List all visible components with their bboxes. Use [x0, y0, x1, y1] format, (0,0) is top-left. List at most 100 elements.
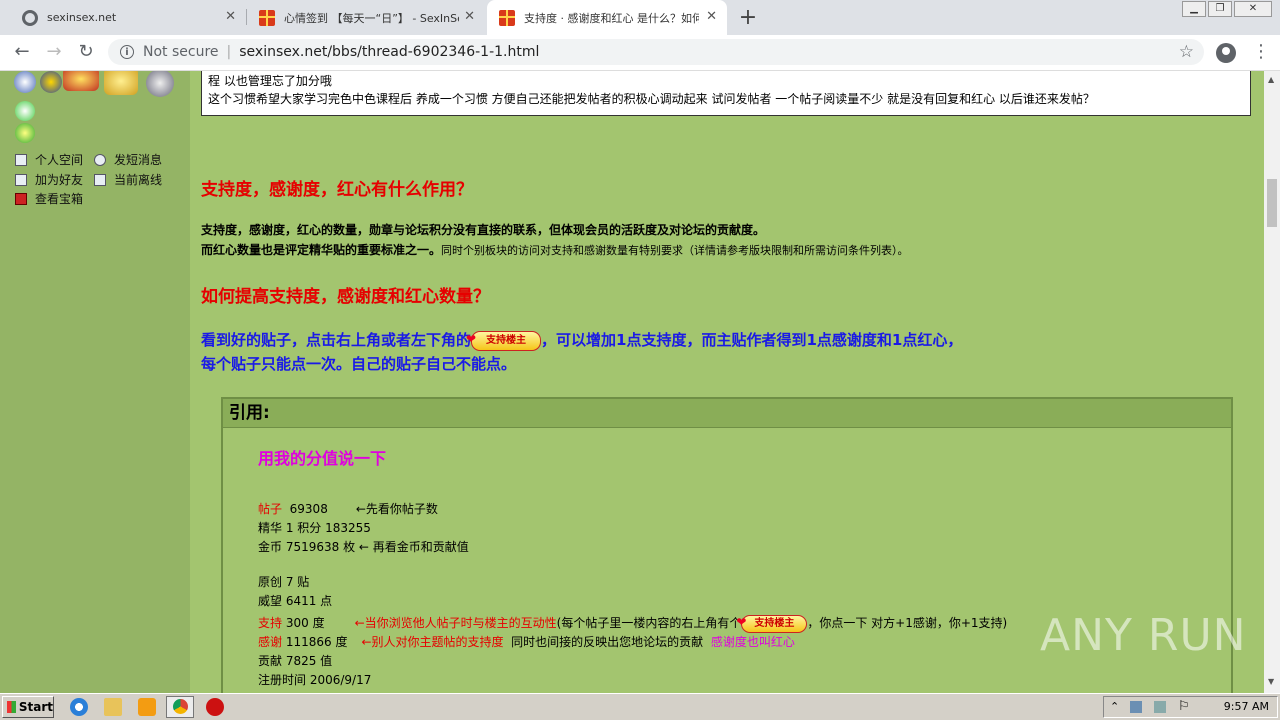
sidebar-item-label: 发短消息 — [114, 153, 163, 167]
medal-icon — [40, 71, 62, 93]
stat-coins: 金币 7519638 枚 ← 再看金币和贡献值 — [258, 540, 469, 554]
paragraph-text: 支持度，感谢度，红心的数量，勋章与论坛积分没有直接的联系，但体现会员的活跃度及对… — [201, 223, 766, 237]
paragraph-line: 支持度，感谢度，红心的数量，勋章与论坛积分没有直接的联系，但体现会员的活跃度及对… — [201, 221, 765, 238]
taskbar: Start ⌃ ⚐ 9:57 AM — [0, 693, 1280, 720]
scroll-up-icon[interactable]: ▲ — [1268, 75, 1274, 84]
instruction-line: 看到好的贴子，点击右上角或者左下角的支持楼主，可以增加1点支持度，而主贴作者得到… — [201, 329, 962, 351]
gift-icon — [259, 9, 275, 26]
account-icon[interactable] — [1216, 43, 1236, 63]
paragraph-text: 而红心数量也是评定精华贴的重要标准之一。 — [201, 243, 442, 257]
tab-support-degree[interactable]: 支持度 · 感谢度和红心 是什么？如何 ✕ — [487, 0, 727, 35]
message-icon — [94, 153, 106, 166]
signature-line: 程 以也管理忘了加分哦 — [208, 74, 332, 88]
stat-value: 69308 — [289, 502, 328, 516]
tray-monitor-icon[interactable] — [1154, 701, 1166, 713]
heading-how-to: 如何提高支持度，感谢度和红心数量？ — [201, 287, 490, 307]
scroll-down-icon[interactable]: ▼ — [1268, 677, 1274, 686]
sidebar-item-label: 个人空间 — [35, 153, 84, 167]
system-tray: ⌃ ⚐ 9:57 AM — [1103, 696, 1278, 718]
sidebar-item-space[interactable]: 个人空间 — [15, 151, 83, 168]
chrome-logo-icon — [173, 699, 188, 714]
clock[interactable]: 9:57 AM — [1224, 700, 1269, 713]
reload-button[interactable]: ↻ — [74, 41, 98, 62]
vertical-scrollbar[interactable]: ▲ ▼ — [1264, 71, 1280, 693]
internet-explorer-icon[interactable] — [70, 698, 88, 716]
browser-toolbar: ← → ↻ i Not secure | sexinsex.net/bbs/th… — [0, 35, 1280, 71]
stat-note: ←当你浏览他人帖子时与楼主的互动性 — [354, 616, 557, 630]
close-tab-icon[interactable]: ✕ — [706, 9, 717, 24]
tab-sexinsex[interactable]: sexinsex.net ✕ — [8, 0, 246, 35]
folder-icon[interactable] — [104, 698, 122, 716]
tab-title: sexinsex.net — [47, 11, 117, 24]
scrollbar-thumb[interactable] — [1267, 179, 1277, 227]
stat-note: 同时也间接的反映出您地论坛的贡献 — [511, 635, 704, 649]
not-secure-label: Not secure — [143, 44, 219, 60]
new-tab-button[interactable]: + — [738, 5, 758, 30]
stat-thanks: 感谢 111866 度 ←别人对你主题帖的支持度 同时也间接的反映出您地论坛的贡献… — [258, 633, 795, 650]
medal-icon — [146, 71, 174, 97]
user-offline-icon — [94, 173, 106, 186]
chrome-icon[interactable] — [166, 696, 194, 718]
medal-icon — [15, 123, 35, 143]
stat-value: 111866 度 — [285, 635, 348, 649]
tab-checkin[interactable]: 心情签到 【每天一“日”】 - SexInSex! ✕ — [247, 0, 485, 35]
tray-arrow-icon[interactable]: ⌃ — [1110, 700, 1119, 713]
sidebar-item-label: 加为好友 — [35, 173, 84, 187]
sidebar-item-label: 查看宝箱 — [35, 192, 84, 206]
medal-icon — [15, 101, 35, 121]
add-friend-icon — [15, 173, 27, 186]
paragraph-line: 而红心数量也是评定精华贴的重要标准之一。同时个别板块的访问对支持和感谢数量有特别… — [201, 241, 909, 258]
bookmark-star-icon[interactable]: ☆ — [1179, 42, 1194, 62]
start-button[interactable]: Start — [2, 696, 54, 718]
back-button[interactable]: ← — [10, 41, 34, 62]
anyrun-watermark: ANY RUN — [1040, 610, 1247, 661]
stat-prestige: 威望 6411 点 — [258, 594, 333, 608]
page-viewport: 个人空间 发短消息 加为好友 当前离线 查看宝箱 程 以也管理忘了加分哦 这个习… — [0, 71, 1264, 693]
url-text[interactable]: sexinsex.net/bbs/thread-6902346-1-1.html — [239, 44, 539, 60]
close-tab-icon[interactable]: ✕ — [464, 9, 475, 24]
instruction-text: 看到好的贴子，点击右上角或者左下角的 — [201, 331, 472, 349]
info-icon[interactable]: i — [120, 45, 134, 59]
address-bar[interactable]: i Not secure | sexinsex.net/bbs/thread-6… — [108, 39, 1204, 65]
stat-note: (每个帖子里一楼内容的右上角有个 — [556, 616, 742, 630]
tab-title: 心情签到 【每天一“日”】 - SexInSex! — [284, 11, 459, 25]
globe-icon — [22, 9, 38, 26]
stat-posts: 帖子 69308 ←先看你帖子数 — [258, 500, 438, 517]
treasure-chest-icon — [15, 192, 27, 205]
home-icon — [15, 153, 27, 166]
paragraph-text: 同时个别板块的访问对支持和感谢数量有特别要求（详情请参考版块限制和所需访问条件列… — [441, 244, 909, 257]
stat-contribution: 贡献 7825 值 — [258, 654, 333, 668]
medal-icon — [104, 71, 138, 95]
stat-label: 帖子 — [258, 502, 283, 516]
start-label: Start — [18, 700, 53, 714]
windows-logo-icon — [7, 701, 16, 713]
quote-label: 引用: — [223, 399, 1231, 428]
sidebar-item-message[interactable]: 发短消息 — [94, 151, 162, 168]
sidebar-item-label: 当前离线 — [114, 173, 163, 187]
tab-title: 支持度 · 感谢度和红心 是什么？如何 — [524, 11, 699, 25]
signature-box: 程 以也管理忘了加分哦 这个习惯希望大家学习完色中色课程后 养成一个习惯 方便自… — [201, 71, 1251, 116]
tray-flag-icon[interactable]: ⚐ — [1178, 699, 1190, 714]
signature-line: 这个习惯希望大家学习完色中色课程后 养成一个习惯 方便自己还能把发帖者的积极心调… — [208, 92, 1095, 106]
stat-original: 原创 7 贴 — [258, 575, 310, 589]
support-badge-icon: 支持楼主 — [466, 330, 542, 351]
address-separator: | — [226, 44, 232, 60]
minimize-button[interactable]: ▁ — [1182, 1, 1206, 17]
menu-dots-icon[interactable]: ⋮ — [1252, 41, 1270, 62]
restore-button[interactable]: ❐ — [1208, 1, 1232, 17]
quote-title: 用我的分值说一下 — [258, 449, 387, 468]
tab-strip: sexinsex.net ✕ 心情签到 【每天一“日”】 - SexInSex!… — [0, 0, 1280, 35]
stat-label: 感谢 — [258, 635, 283, 649]
tray-network-icon[interactable] — [1130, 701, 1142, 713]
media-player-icon[interactable] — [138, 698, 156, 716]
close-tab-icon[interactable]: ✕ — [225, 9, 236, 24]
sidebar-item-add-friend[interactable]: 加为好友 — [15, 171, 83, 188]
sidebar-item-treasure[interactable]: 查看宝箱 — [15, 190, 83, 207]
stat-support: 支持 300 度 ←当你浏览他人帖子时与楼主的互动性(每个帖子里一楼内容的右上角有… — [258, 614, 1007, 633]
stop-icon[interactable] — [206, 698, 224, 716]
forward-button[interactable]: → — [42, 41, 66, 62]
user-sidebar: 个人空间 发短消息 加为好友 当前离线 查看宝箱 — [0, 71, 190, 693]
instruction-line: 每个贴子只能点一次。自己的贴子自己不能点。 — [201, 355, 517, 373]
close-window-button[interactable]: ✕ — [1234, 1, 1272, 17]
gift-icon — [499, 9, 515, 26]
